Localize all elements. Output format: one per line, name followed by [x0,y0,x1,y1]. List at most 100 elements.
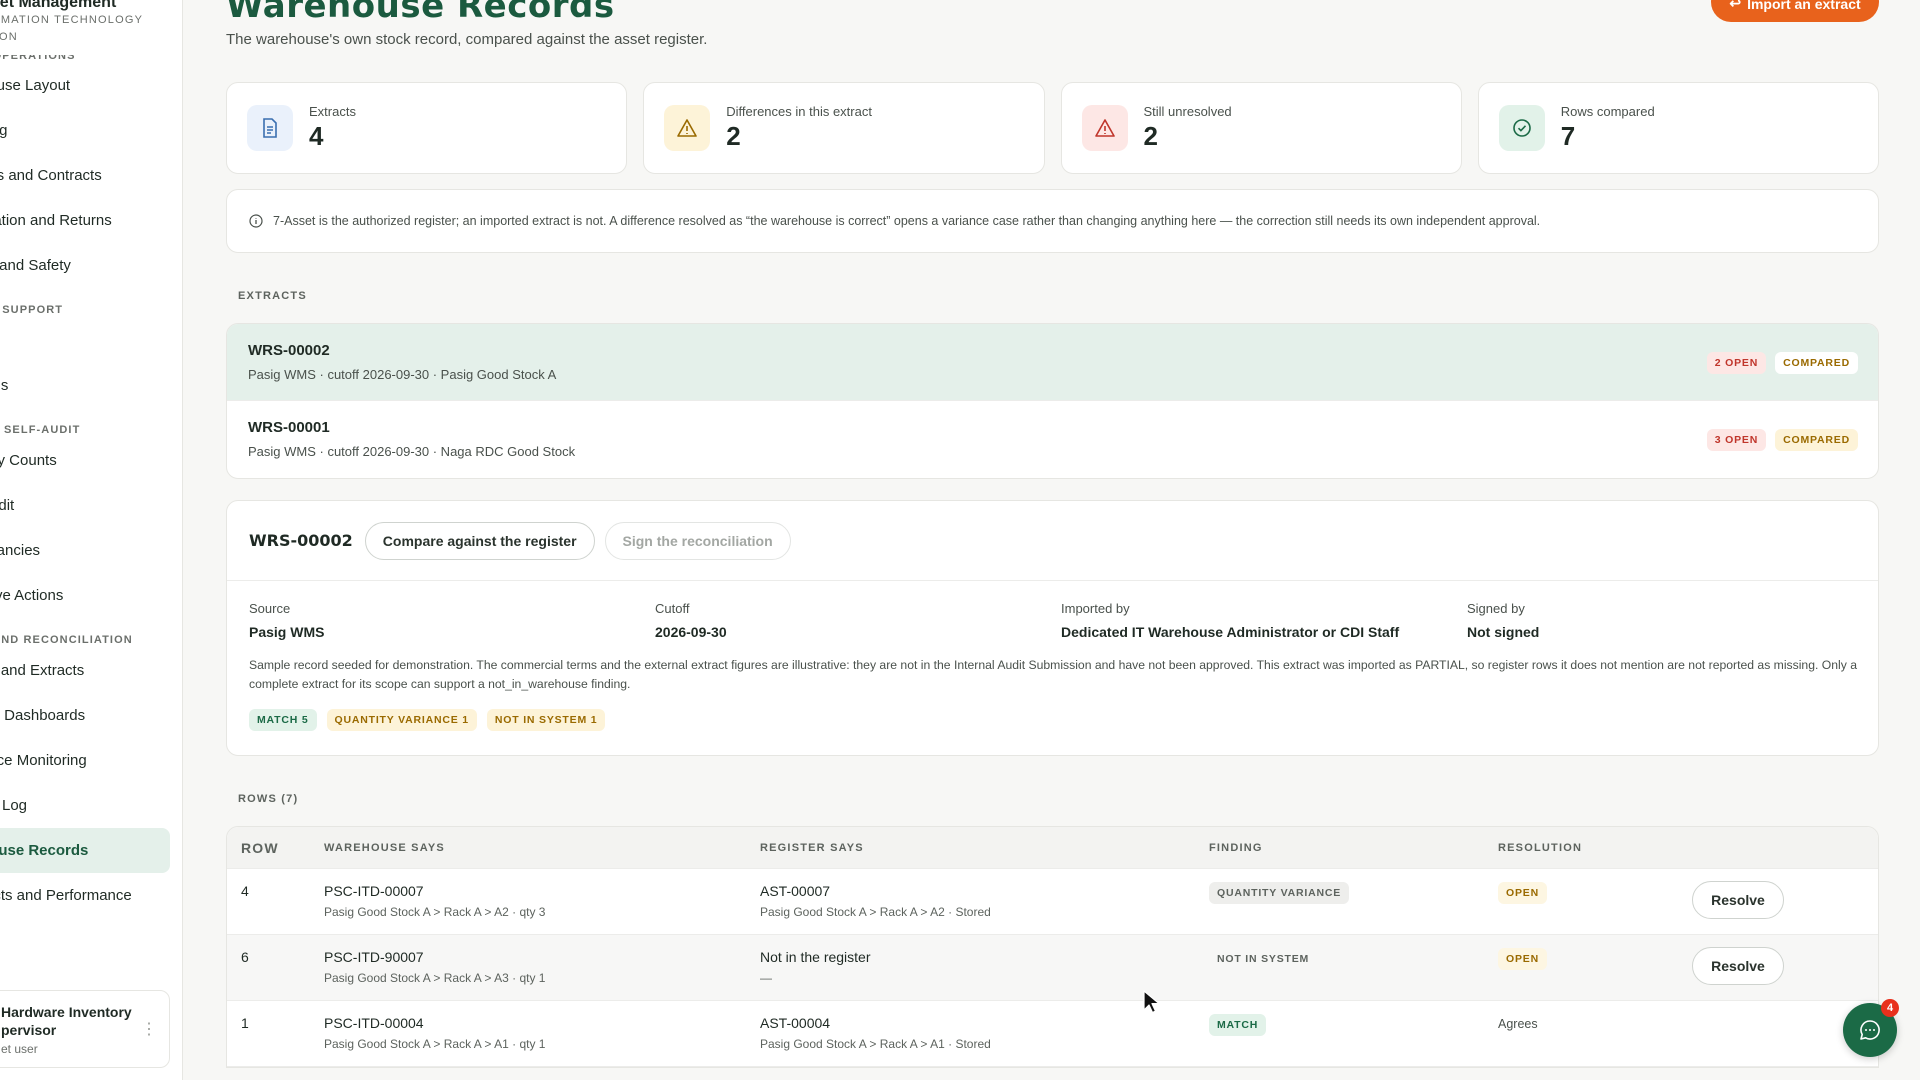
resolve-button[interactable]: Resolve [1692,881,1784,919]
nav-item-receiving[interactable]: ving [0,108,170,153]
field-label: Signed by [1467,601,1525,616]
resolution-badge: OPEN [1498,882,1547,904]
info-notice: 7-Asset is the authorized register; an i… [226,189,1879,253]
field-signed-by: Signed by Not signed [1467,601,1873,640]
user-card[interactable]: Hardware Inventory pervisor et user ⋮ [0,990,170,1068]
status-badge: COMPARED [1775,429,1858,451]
finding-summary-badges: MATCH 5 QUANTITY VARIANCE 1 NOT IN SYSTE… [249,709,606,731]
register-asset-location: Pasig Good Stock A > Rack A > A1 · Store… [760,1037,991,1051]
chat-button[interactable]: 4 [1843,999,1899,1057]
column-header-register: REGISTER SAYS [760,841,864,854]
stat-label: Still unresolved [1143,104,1232,119]
nav-item-log[interactable]: Log [0,783,170,828]
nav-item-suppliers-contracts[interactable]: iers and Contracts [0,153,170,198]
notification-count-badge: 4 [1881,999,1899,1017]
warehouse-cell: PSC-ITD-00004 Pasig Good Stock A > Rack … [324,1015,760,1051]
nav-item-requests[interactable]: ts [0,318,170,363]
nav-item-reports-extracts[interactable]: rts and Extracts [0,648,170,693]
field-value: Not signed [1467,624,1540,640]
register-asset-id: AST-00004 [760,1015,831,1031]
detail-note: Sample record seeded for demonstration. … [249,658,1857,691]
extract-badges: 3 OPEN COMPARED [1706,429,1858,451]
sign-reconciliation-button[interactable]: Sign the reconciliation [604,521,791,560]
extract-detail-panel: WRS-00002 Compare against the register S… [226,500,1879,756]
import-extract-label: Import an extract [1747,0,1861,12]
info-icon [249,214,263,228]
field-value: 2026-09-30 [655,624,727,640]
page-title: Warehouse Records [226,0,615,26]
detail-extract-id: WRS-00002 [249,531,353,550]
resolution-cell: OPEN [1498,948,1678,970]
register-asset-id: AST-00007 [760,883,831,899]
resolution-cell: OPEN [1498,882,1678,904]
import-extract-button[interactable]: ↩ Import an extract [1711,0,1879,22]
open-count-badge: 3 OPEN [1706,429,1767,451]
extract-item[interactable]: WRS-00002 Pasig WMS · cutoff 2026-09-30 … [227,324,1878,401]
table-row[interactable]: 1 PSC-ITD-00004 Pasig Good Stock A > Rac… [227,1001,1878,1067]
table-row[interactable]: 4 PSC-ITD-00007 Pasig Good Stock A > Rac… [227,869,1878,935]
field-source: Source Pasig WMS [249,601,655,640]
stat-label: Rows compared [1560,104,1655,119]
rows-table: ROW WAREHOUSE SAYS REGISTER SAYS FINDING… [226,826,1879,1068]
resolve-button[interactable]: Resolve [1692,947,1784,985]
document-icon [247,105,293,151]
warehouse-cell: PSC-ITD-90007 Pasig Good Stock A > Rack … [324,949,760,985]
nav-item-access-safety[interactable]: ss and Safety [0,243,170,288]
finding-badge: QUANTITY VARIANCE [1209,882,1350,904]
warehouse-item-id: PSC-ITD-00007 [324,883,424,899]
nav-item-problems[interactable]: ems [0,363,170,408]
extract-id: WRS-00002 [248,342,330,359]
nav-item-role-dashboards[interactable]: ole Dashboards [0,693,170,738]
detail-header: WRS-00002 Compare against the register S… [227,501,1878,581]
register-cell: AST-00004 Pasig Good Stock A > Rack A > … [760,1015,1209,1051]
table-row[interactable]: 6 PSC-ITD-90007 Pasig Good Stock A > Rac… [227,935,1878,1001]
warehouse-item-location: Pasig Good Stock A > Rack A > A3 · qty 1 [324,971,546,985]
nav-item-warehouse-records[interactable]: house Records [0,828,170,873]
rows-section-label: ROWS (7) [238,793,299,805]
finding-cell: MATCH [1209,1014,1498,1036]
section-label-operations: E OPERATIONS [0,55,76,62]
stat-value: 2 [726,121,741,151]
nav-item-inventory-counts[interactable]: tory Counts [0,438,170,483]
stat-cards: Extracts 4 Differences in this extract 2… [226,82,1879,174]
nav-item-contracts-performance[interactable]: racts and Performance [0,873,170,918]
user-name-line-1: Hardware Inventory [1,1004,132,1020]
sidebar: sset Management ORMATION TECHNOLOGY ISIO… [0,0,183,1080]
mouse-cursor-icon [1143,990,1160,1014]
nav-item-audit[interactable]: Audit [0,483,170,528]
extracts-list: WRS-00002 Pasig WMS · cutoff 2026-09-30 … [226,323,1879,479]
extract-meta: Pasig WMS · cutoff 2026-09-30 · Naga RDC… [248,444,576,459]
section-label-reconciliation: S AND RECONCILIATION [0,634,133,646]
finding-badge: NOT IN SYSTEM [1217,953,1310,965]
warehouse-cell: PSC-ITD-00007 Pasig Good Stock A > Rack … [324,883,760,919]
nav-item-warehouse-layout[interactable]: house Layout [0,63,170,108]
match-count-badge: MATCH 5 [249,709,317,731]
stat-label: Extracts [309,104,356,119]
field-value: Dedicated IT Warehouse Administrator or … [1061,624,1400,640]
nav-item-corrective-actions[interactable]: ctive Actions [0,573,170,618]
nav-item-preparation-returns[interactable]: aration and Returns [0,198,170,243]
extract-meta: Pasig WMS · cutoff 2026-09-30 · Pasig Go… [248,367,557,382]
more-vertical-icon[interactable]: ⋮ [141,1019,157,1039]
extract-item[interactable]: WRS-00001 Pasig WMS · cutoff 2026-09-30 … [227,401,1878,478]
stat-value: 4 [309,121,324,151]
import-icon: ↩ [1729,0,1742,11]
finding-cell: QUANTITY VARIANCE [1209,882,1498,904]
sidebar-nav: E OPERATIONS house Layout ving iers and … [0,55,170,918]
brand-title: sset Management [0,0,117,11]
user-role: et user [1,1042,38,1056]
finding-badge: MATCH [1209,1014,1267,1036]
warehouse-item-location: Pasig Good Stock A > Rack A > A1 · qty 1 [324,1037,546,1051]
nav-item-compliance-monitoring[interactable]: ance Monitoring [0,738,170,783]
field-cutoff: Cutoff 2026-09-30 [655,601,1061,640]
nav-item-discrepancies[interactable]: epancies [0,528,170,573]
extracts-section-label: EXTRACTS [238,290,307,302]
page-subtitle: The warehouse's own stock record, compar… [226,31,708,48]
resolution-text: Agrees [1498,1017,1538,1031]
table-header: ROW WAREHOUSE SAYS REGISTER SAYS FINDING… [227,827,1878,869]
resolution-badge: OPEN [1498,948,1547,970]
stat-card-extracts: Extracts 4 [226,82,628,174]
section-label-support: ND SUPPORT [0,304,64,316]
stat-label: Differences in this extract [726,104,872,119]
compare-register-button[interactable]: Compare against the register [364,521,595,560]
